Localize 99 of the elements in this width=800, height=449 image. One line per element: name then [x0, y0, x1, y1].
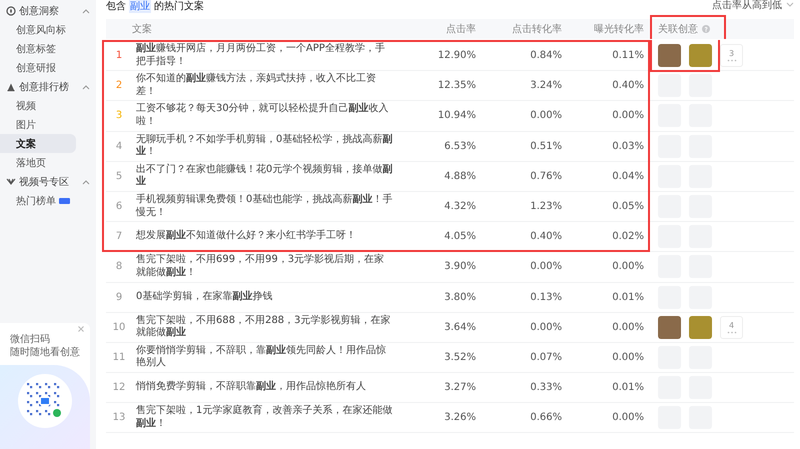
compass-icon [6, 6, 16, 16]
close-button[interactable] [78, 326, 86, 334]
table-cell-text: 4.05% [443, 231, 476, 242]
table-cell-text: 0.84% [529, 50, 562, 62]
nav-item[interactable]: 视频 [0, 96, 76, 115]
nav-group-header[interactable]: 视频号专区 [0, 172, 96, 191]
ad-copy-text: 0基础学剪辑，在家靠副业挣钱 [135, 290, 274, 304]
nav-item[interactable]: 文案 [0, 134, 76, 153]
table-cell-text: 0.04% [611, 170, 644, 182]
trophy-icon [6, 82, 16, 92]
ad-copy-text: 工资不够花？每天30分钟，就可以轻松提升自己副业收入啦！ [135, 103, 390, 128]
table-cell-text: 3.27% [443, 382, 476, 394]
rank-number: 12 [112, 382, 126, 394]
table-cell-text: 12.90% [436, 50, 476, 62]
table-cell-text: 3.64% [443, 322, 476, 333]
rank-number: 2 [114, 80, 124, 92]
table-cell-text: 3.90% [443, 261, 476, 272]
table-cell-text: 0.11% [611, 50, 644, 62]
table-cell-text: 4.88% [443, 170, 476, 182]
chevron-down-icon [786, 2, 794, 8]
rank-number: 5 [114, 170, 124, 182]
column-header: 关联创意 [658, 22, 698, 36]
rank-number: 7 [114, 231, 124, 242]
table-cell-text: 12.35% [436, 80, 476, 92]
butterfly-icon [6, 176, 16, 186]
ad-copy-text: 售完下架啦，不用688，不用288，3元学影视剪辑，在家就能做副业 [135, 314, 392, 340]
column-header: 曝光转化率 [594, 22, 644, 36]
rank-number: 9 [114, 292, 124, 303]
ad-copy-text: 副业赚钱开网店，月月两份工资，一个APP全程教学，手把手指导！ [135, 43, 386, 68]
table-cell-text: 0.00% [611, 412, 644, 424]
table-cell-text: 3.52% [443, 352, 476, 363]
rank-number: 1 [114, 50, 124, 62]
rank-number: 13 [112, 412, 126, 424]
table-cell-text: 0.51% [529, 140, 562, 152]
table-cell-text: 3.24% [529, 80, 562, 92]
ad-copy-text: 无聊玩手机？不如学手机剪辑，0基础轻松学，挑战高薪副业！ [135, 134, 394, 159]
ad-copy-text: 手机视频剪辑课免费领！0基础也能学，挑战高薪副业！手慢无！ [134, 194, 394, 220]
table-cell-text: 0.07% [529, 352, 562, 363]
ad-copy-text: 售完下架啦，1元学家庭教育，改善亲子关系，在家还能做副业！ [135, 405, 394, 430]
nav-item[interactable]: 创意标签 [0, 39, 76, 58]
nav-group-header[interactable]: 创意洞察 [0, 1, 96, 20]
ad-copy-text: 你不知道的副业赚钱方法，亲妈式扶持，收入不比工资差！ [135, 73, 377, 98]
table-cell-text: 0.00% [611, 261, 644, 272]
table-cell-text: 0.05% [611, 201, 644, 212]
column-header: 文案 [132, 22, 152, 36]
table-cell-text: 0.40% [611, 80, 644, 92]
ad-copy-text: 你要悄悄学剪辑，不辞职，靠副业领先同龄人！用作品惊艳别人 [135, 344, 387, 370]
keyword-tag: 副业 [129, 0, 151, 13]
qr-caption: 随时随地看创意 [10, 346, 81, 359]
nav-item[interactable]: 热门榜单 [0, 191, 76, 210]
nav-item[interactable]: 落地页 [0, 153, 76, 172]
column-header: 点击率 [446, 22, 476, 36]
table-cell-text: 0.66% [529, 412, 562, 424]
photo-placeholder[interactable] [658, 44, 681, 68]
page-title: 包含 [106, 0, 126, 13]
column-header: 点击转化率 [512, 22, 562, 36]
table-cell-text: 0.33% [529, 382, 562, 394]
table-cell-text: 0.00% [611, 110, 644, 122]
table-cell-text: 3.80% [443, 292, 476, 303]
table-cell-text: 0.03% [611, 140, 644, 152]
rank-number: 8 [114, 261, 124, 272]
table-cell-text: 10.94% [436, 110, 476, 122]
ad-copy-text: 售完下架啦，不用699，不用99，3元学影视后期，在家就能做副业！ [135, 254, 386, 280]
table-cell-text: 3.26% [443, 412, 476, 424]
table-cell-text: 0.00% [529, 261, 562, 272]
table-cell-text: 0.13% [529, 292, 562, 303]
table-cell-text: 0.40% [529, 231, 562, 242]
ad-copy-text: 想发展副业不知道做什么好？来小红书学手工呀！ [135, 230, 357, 243]
nav-item[interactable]: 图片 [0, 115, 76, 134]
table-cell-text: 6.53% [443, 140, 476, 152]
table-cell-text: 1.23% [529, 201, 562, 212]
table-cell-text: 0.00% [611, 352, 644, 363]
table-cell-text: 0.01% [611, 382, 644, 394]
rank-number: 3 [114, 110, 124, 122]
close-icon [78, 326, 84, 332]
table-cell-text: 0.76% [529, 170, 562, 182]
ad-copy-text: 出不了门？在家也能赚钱！花0元学个视频剪辑，接单做副业 [135, 164, 394, 189]
table-cell-text: 0.00% [529, 110, 562, 122]
ad-copy-text: 悄悄免费学剪辑，不辞职靠副业，用作品惊艳所有人 [134, 381, 367, 394]
table-cell-text: 0.01% [611, 292, 644, 303]
photo-placeholder[interactable] [689, 316, 712, 339]
page-title: 的热门文案 [154, 0, 204, 13]
qr-caption: 微信扫码 [10, 333, 51, 346]
photo-placeholder[interactable] [658, 316, 681, 339]
rank-number: 11 [112, 352, 126, 363]
rank-number: 4 [114, 140, 124, 152]
nav-group-header[interactable]: 创意排行榜 [0, 77, 96, 96]
qr-code-icon [17, 373, 73, 429]
photo-placeholder[interactable] [689, 44, 712, 68]
table-cell-text: 0.02% [611, 231, 644, 242]
table-cell-text: 0.00% [529, 322, 562, 333]
rank-number: 6 [114, 201, 124, 212]
nav-item[interactable]: 创意风向标 [0, 20, 76, 39]
rank-number: 10 [112, 322, 126, 333]
nav-item[interactable]: 创意研报 [0, 58, 76, 77]
more-dots-icon [726, 59, 736, 62]
table-cell-text: 0.00% [611, 322, 644, 333]
more-dots-icon [726, 330, 736, 334]
table-cell-text: 4.32% [443, 201, 476, 212]
